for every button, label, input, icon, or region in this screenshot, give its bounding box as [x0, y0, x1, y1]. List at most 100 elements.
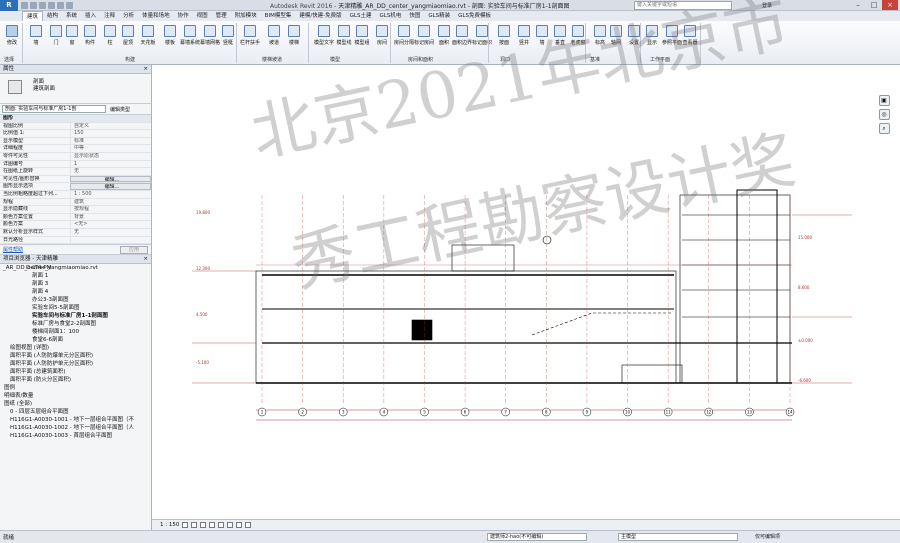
property-value[interactable]: 标准 [70, 137, 151, 145]
tab-17[interactable]: GLS免费模板 [454, 11, 495, 21]
print-icon[interactable] [57, 1, 64, 9]
property-value[interactable]: 1 : 500 [70, 190, 151, 198]
show-crop-icon[interactable] [227, 522, 234, 528]
ribbon-tool-23[interactable]: 标记面积 [472, 22, 492, 54]
ribbon-tool-34[interactable]: 查看器 [680, 22, 700, 54]
ribbon-tool-9[interactable]: 幕墙系统 [180, 22, 200, 54]
browser-item[interactable]: 明细表/数量 [0, 392, 151, 400]
tab-1[interactable]: 结构 [43, 11, 62, 21]
property-value[interactable]: 显示原状态 [70, 152, 151, 160]
browser-item[interactable]: 办公3-3剖面图 [0, 296, 151, 304]
property-value[interactable]: 建筑 [70, 198, 151, 206]
ribbon-tool-13[interactable]: 坡道 [264, 22, 284, 54]
design-option-dropdown[interactable]: 主模型 [618, 533, 738, 541]
sun-path-icon[interactable] [200, 522, 207, 528]
close-icon[interactable]: × [143, 255, 148, 264]
ribbon-tool-24[interactable]: 按面 [494, 22, 514, 54]
ribbon-tool-33[interactable]: 参照平面 [662, 22, 682, 54]
tab-13[interactable]: GLS土建 [346, 11, 376, 21]
browser-item[interactable]: 面积平面 (人防防爆单元分区面积) [0, 352, 151, 360]
ribbon-tool-0[interactable]: 修改 [2, 22, 22, 54]
ribbon-tool-18[interactable]: 房间 [372, 22, 392, 54]
browser-item[interactable]: 食堂6-6剖面 [0, 336, 151, 344]
ribbon-tool-19[interactable]: 房间分隔 [394, 22, 414, 54]
tab-14[interactable]: GLS机电 [376, 11, 406, 21]
ribbon-tool-7[interactable]: 天花板 [138, 22, 158, 54]
edit-type-button[interactable]: 编辑类型 [110, 106, 130, 113]
ribbon-tool-26[interactable]: 墙 [532, 22, 552, 54]
ribbon-tool-3[interactable]: 窗 [62, 22, 82, 54]
property-value[interactable] [70, 236, 151, 244]
drawing-canvas[interactable]: 1 2 3 4 5 6 7 8 9 10 11 12 13 14 19.800 15.000 12.300 8.… [152, 0, 900, 530]
search-input[interactable]: 键入关键字或短语 [634, 1, 732, 10]
tab-16[interactable]: GLS精装 [424, 11, 454, 21]
ribbon-tool-10[interactable]: 幕墙网格 [200, 22, 220, 54]
property-value[interactable]: 自定义 [70, 122, 151, 130]
tab-11[interactable]: BIM模型集 [261, 11, 296, 21]
ribbon-tool-31[interactable]: 设置 [624, 22, 644, 54]
tab-8[interactable]: 视图 [193, 11, 212, 21]
view-cube-icon[interactable]: ▣ [878, 95, 890, 106]
ribbon-tool-27[interactable]: 垂直 [550, 22, 570, 54]
steering-wheel-icon[interactable]: ◎ [878, 109, 890, 120]
ribbon-tool-5[interactable]: 柱 [100, 22, 120, 54]
browser-item[interactable]: 面积平面 (人防防护单元分区面积) [0, 360, 151, 368]
measure-icon[interactable] [66, 1, 73, 9]
ribbon-tool-32[interactable]: 显示 [642, 22, 662, 54]
close-icon[interactable]: × [882, 0, 898, 10]
undo-icon[interactable] [39, 1, 46, 9]
property-value[interactable]: 背景 [70, 213, 151, 221]
shadows-icon[interactable] [209, 522, 216, 528]
tab-12[interactable]: 建模/快建-免费版 [295, 11, 345, 21]
browser-item[interactable]: 楼梯间剖面1：100 [0, 328, 151, 336]
ribbon-tool-1[interactable]: 墙 [26, 22, 46, 54]
ribbon-tool-25[interactable]: 竖井 [514, 22, 534, 54]
ribbon-tool-12[interactable]: 栏杆扶手 [240, 22, 260, 54]
browser-item[interactable]: 实验车间与标准厂房1-1剖面图 [0, 312, 151, 320]
browser-item[interactable]: 图纸 (全部) [0, 400, 151, 408]
editable-only-checkbox[interactable]: 仅可编辑项 [755, 533, 780, 540]
browser-item[interactable]: 面积平面 (总建筑面积) [0, 368, 151, 376]
workset-dropdown[interactable]: 建筑师2-hao(不可编辑) [487, 533, 587, 541]
properties-help-link[interactable]: 属性帮助 [3, 246, 23, 253]
tab-9[interactable]: 管理 [212, 11, 231, 21]
login-link[interactable]: 登录 [762, 2, 772, 9]
section-callout[interactable] [542, 235, 552, 245]
close-icon[interactable]: × [143, 65, 148, 74]
ribbon-tool-4[interactable]: 构件 [80, 22, 100, 54]
crop-view-icon[interactable] [218, 522, 225, 528]
ribbon-tool-21[interactable]: 面积 [434, 22, 454, 54]
edit-button[interactable]: 编辑... [70, 183, 151, 190]
application-menu-button[interactable]: R [0, 0, 18, 11]
ribbon-tool-22[interactable]: 面积边界 [452, 22, 472, 54]
ribbon-tool-17[interactable]: 模型组 [352, 22, 372, 54]
tab-5[interactable]: 分析 [119, 11, 138, 21]
ribbon-tool-8[interactable]: 楼板 [160, 22, 180, 54]
ribbon-tool-20[interactable]: 标记房间 [414, 22, 434, 54]
detail-level-icon[interactable] [182, 522, 189, 528]
tab-2[interactable]: 系统 [62, 11, 81, 21]
view-dropdown[interactable]: 剖面: 实验车间与标准厂房1-1剖 [2, 105, 106, 113]
ribbon-tool-16[interactable]: 模型线 [334, 22, 354, 54]
tab-3[interactable]: 插入 [81, 11, 100, 21]
property-value[interactable]: 无 [70, 168, 151, 175]
tab-6[interactable]: 体量和场地 [138, 11, 174, 21]
minimize-icon[interactable]: – [850, 0, 866, 10]
visual-style-icon[interactable] [191, 522, 198, 528]
tab-7[interactable]: 协作 [174, 11, 193, 21]
browser-item[interactable]: H116G1-A0030-1003 - 首层组合平面图 [0, 432, 151, 440]
ribbon-tool-14[interactable]: 楼梯 [284, 22, 304, 54]
zoom-icon[interactable]: ⌕ [878, 123, 890, 134]
browser-item[interactable]: 剖面 4 [0, 288, 151, 296]
redo-icon[interactable] [48, 1, 55, 9]
browser-item[interactable]: 图例 [0, 384, 151, 392]
tab-15[interactable]: 快图 [405, 11, 424, 21]
ribbon-tool-11[interactable]: 竖梃 [218, 22, 238, 54]
open-icon[interactable] [21, 1, 28, 9]
apply-button[interactable]: 应用 [120, 245, 148, 254]
property-value[interactable]: <无> [70, 221, 151, 228]
property-value[interactable]: 150 [70, 130, 151, 137]
browser-item[interactable]: 绘图视图 (详图) [0, 344, 151, 352]
edit-button[interactable]: 编辑... [70, 175, 151, 183]
browser-item[interactable]: 剖面 3 [0, 280, 151, 288]
